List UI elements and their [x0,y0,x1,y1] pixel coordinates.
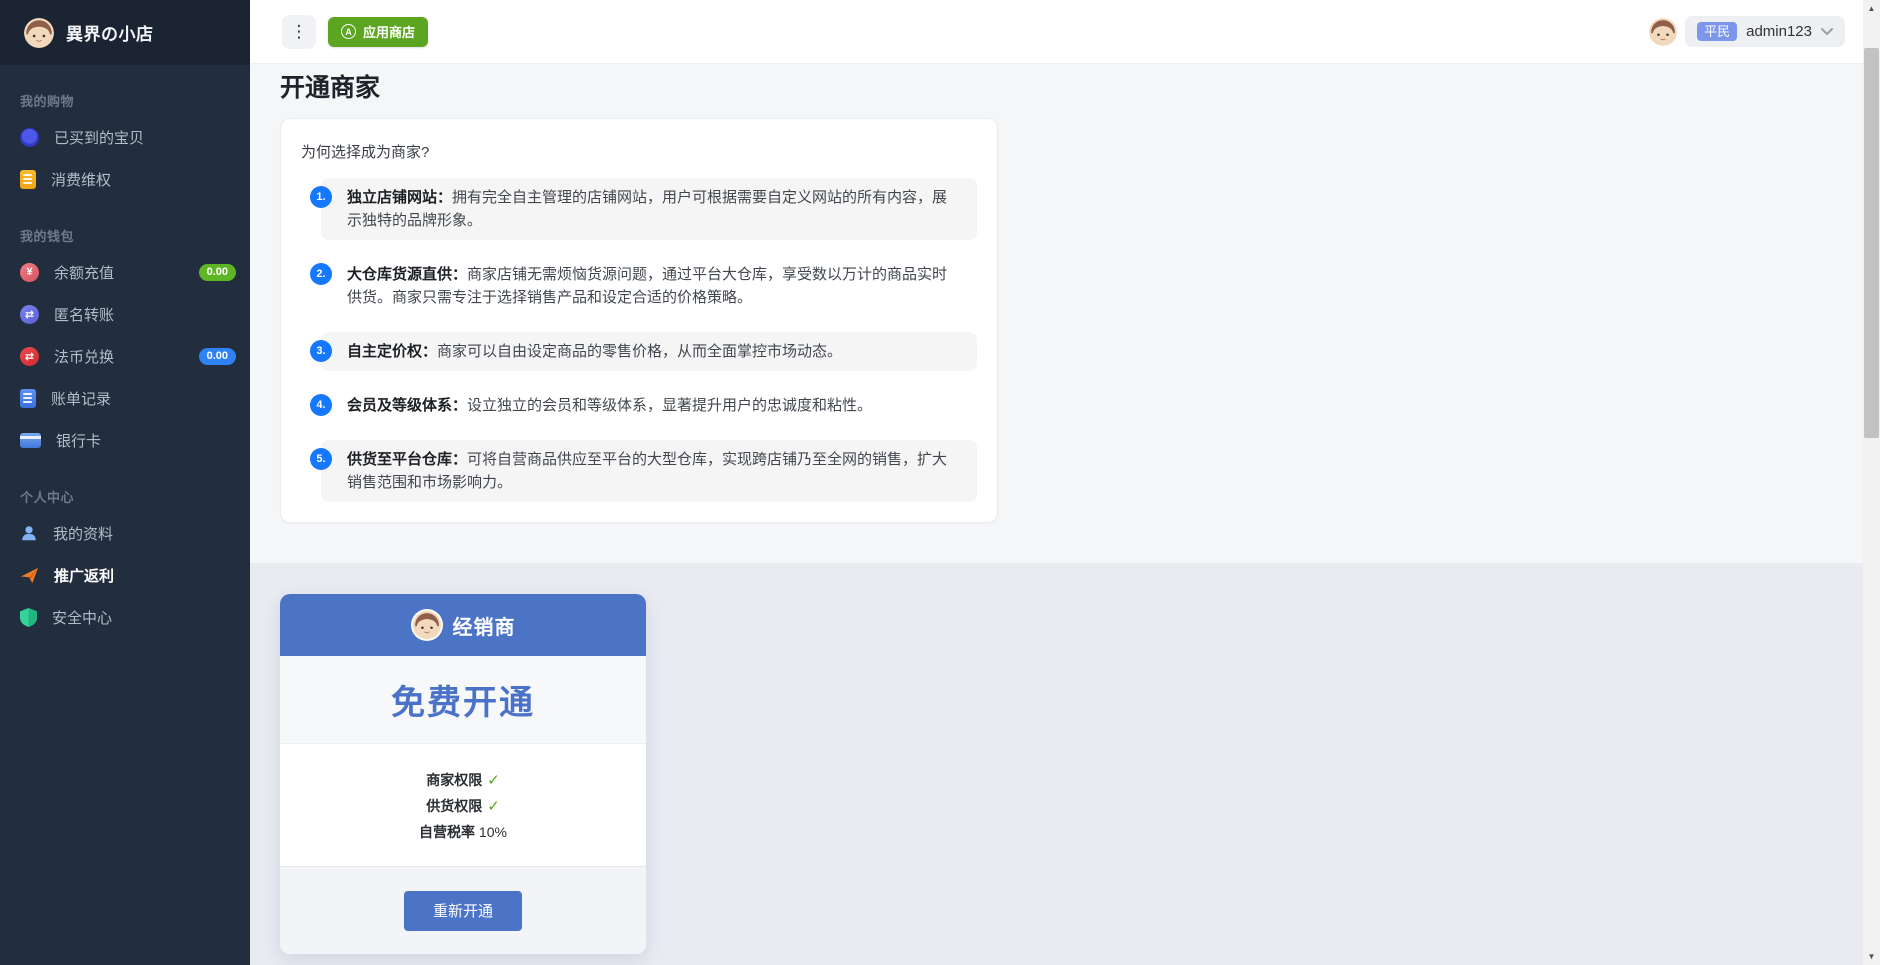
username: admin123 [1746,23,1812,40]
tax-rate-value: 10% [479,824,507,840]
merchant-intro-section: 开通商家 为何选择成为商家? 1. 独立店铺网站：拥有完全自主管理的店铺网站，用… [250,64,1863,563]
kebab-menu-icon: ⋮ [291,22,308,42]
nav-item-label: 余额充值 [54,262,114,283]
plan-footer: 重新开通 [280,866,646,954]
shop-title: 異界の小店 [66,20,154,45]
sidebar-item-security-center[interactable]: 安全中心 [0,596,250,638]
number-badge: 4. [310,394,332,416]
number-badge: 2. [310,263,332,285]
plan-price: 免费开通 [280,656,646,744]
number-badge: 5. [310,448,332,470]
nav-item-label: 银行卡 [56,430,101,451]
check-icon: ✓ [487,772,500,789]
sidebar-item-consumer-rights[interactable]: 消费维权 [0,158,250,200]
scroll-down-arrow[interactable]: ▼ [1863,948,1880,965]
sidebar-section-wallet: 我的钱包 ¥ 余额充值 0.00 ⇄ 匿名转账 ⇄ 法币兑换 0.00 账单记录 [0,200,250,461]
nav-item-label: 安全中心 [52,607,112,628]
benefit-title: 独立店铺网站： [347,189,452,206]
nav-item-label: 匿名转账 [54,304,114,325]
fiat-badge: 0.00 [199,348,236,365]
section-label: 我的购物 [0,91,250,116]
chevron-down-icon [1821,28,1833,35]
benefit-desc: 设立独立的会员和等级体系，显著提升用户的忠诚度和粘性。 [467,397,872,414]
recharge-coin-icon: ¥ [20,263,39,282]
nav-item-label: 推广返利 [54,565,114,586]
sidebar-item-promotion-rebate[interactable]: 推广返利 [0,554,250,596]
sidebar-section-shopping: 我的购物 已买到的宝贝 消费维权 [0,65,250,200]
benefit-item-1: 1. 独立店铺网站：拥有完全自主管理的店铺网站，用户可根据需要自定义网站的所有内… [321,178,977,240]
nav-item-label: 法币兑换 [54,346,114,367]
section-label: 个人中心 [0,487,250,512]
benefit-item-2: 2. 大仓库货源直供：商家店铺无需烦恼货源问题，通过平台大仓库，享受数以万计的商… [321,255,977,317]
sidebar-item-bill-records[interactable]: 账单记录 [0,377,250,419]
nav-item-label: 消费维权 [51,169,111,190]
sidebar-item-bank-card[interactable]: 银行卡 [0,419,250,461]
reactivate-button[interactable]: 重新开通 [404,891,522,931]
dealer-avatar [411,609,443,641]
shop-avatar [24,18,54,48]
profile-person-icon [20,524,38,542]
treasure-face-icon [20,128,39,147]
benefit-title: 自主定价权： [347,343,437,360]
why-merchant-card: 为何选择成为商家? 1. 独立店铺网站：拥有完全自主管理的店铺网站，用户可根据需… [280,118,998,523]
kebab-menu-button[interactable]: ⋮ [282,15,316,49]
sidebar-item-balance-recharge[interactable]: ¥ 余额充值 0.00 [0,251,250,293]
role-badge: 平民 [1697,22,1737,41]
plan-title: 经销商 [453,611,516,640]
bank-card-icon [20,433,41,448]
benefit-item-3: 3. 自主定价权：商家可以自由设定商品的零售价格，从而全面掌控市场动态。 [321,332,977,371]
app-store-label: 应用商店 [363,22,415,41]
feature-tax-rate: 自营税率 10% [280,822,646,842]
promo-plane-icon [20,566,39,585]
top-header: ⋮ A 应用商店 平民 admin123 [250,0,1863,64]
sidebar-logo[interactable]: 異界の小店 [0,0,250,65]
sidebar-item-fiat-exchange[interactable]: ⇄ 法币兑换 0.00 [0,335,250,377]
balance-badge: 0.00 [199,264,236,281]
benefit-desc: 商家可以自由设定商品的零售价格，从而全面掌控市场动态。 [437,343,842,360]
feature-merchant-permission: 商家权限✓ [280,770,646,790]
plan-features: 商家权限✓ 供货权限✓ 自营税率 10% [280,744,646,866]
security-shield-icon [20,608,37,627]
app-store-icon: A [341,24,356,39]
sidebar-item-my-profile[interactable]: 我的资料 [0,512,250,554]
plan-section: 经销商 免费开通 商家权限✓ 供货权限✓ 自营税率 10% 重新开通 [250,563,1863,965]
app-store-button[interactable]: A 应用商店 [328,17,428,47]
transfer-icon: ⇄ [20,305,39,324]
plan-header: 经销商 [280,594,646,656]
user-menu[interactable]: 平民 admin123 [1649,16,1845,47]
bill-doc-icon [20,389,36,408]
sidebar-item-purchased-goods[interactable]: 已买到的宝贝 [0,116,250,158]
scroll-up-arrow[interactable]: ▲ [1863,0,1880,17]
check-icon: ✓ [487,798,500,815]
number-badge: 3. [310,340,332,362]
section-label: 我的钱包 [0,226,250,251]
sidebar: 異界の小店 我的购物 已买到的宝贝 消费维权 我的钱包 ¥ 余额充值 0.00 … [0,0,250,965]
rights-doc-icon [20,170,36,189]
dealer-plan-card: 经销商 免费开通 商家权限✓ 供货权限✓ 自营税率 10% 重新开通 [280,594,646,954]
nav-item-label: 已买到的宝贝 [54,127,144,148]
user-pill: 平民 admin123 [1685,16,1845,47]
vertical-scrollbar[interactable]: ▲ ▼ [1863,0,1880,965]
benefit-item-5: 5. 供货至平台仓库：可将自营商品供应至平台的大型仓库，实现跨店铺乃至全网的销售… [321,440,977,502]
page-title: 开通商家 [280,74,1863,102]
benefit-item-4: 4. 会员及等级体系：设立独立的会员和等级体系，显著提升用户的忠诚度和粘性。 [321,386,977,425]
nav-item-label: 账单记录 [51,388,111,409]
feature-supply-permission: 供货权限✓ [280,796,646,816]
why-question: 为何选择成为商家? [301,141,977,162]
main-area: ⋮ A 应用商店 平民 admin123 开通商家 为何选择成为商家? [250,0,1863,965]
user-avatar [1649,18,1677,46]
sidebar-item-anonymous-transfer[interactable]: ⇄ 匿名转账 [0,293,250,335]
app-window: 異界の小店 我的购物 已买到的宝贝 消费维权 我的钱包 ¥ 余额充值 0.00 … [0,0,1880,965]
number-badge: 1. [310,186,332,208]
fiat-exchange-icon: ⇄ [20,347,39,366]
benefit-title: 供货至平台仓库： [347,451,467,468]
scrollbar-thumb[interactable] [1864,48,1879,438]
sidebar-section-personal: 个人中心 我的资料 推广返利 安全中心 [0,461,250,638]
nav-item-label: 我的资料 [53,523,113,544]
benefit-title: 会员及等级体系： [347,397,467,414]
benefit-title: 大仓库货源直供： [347,266,467,283]
